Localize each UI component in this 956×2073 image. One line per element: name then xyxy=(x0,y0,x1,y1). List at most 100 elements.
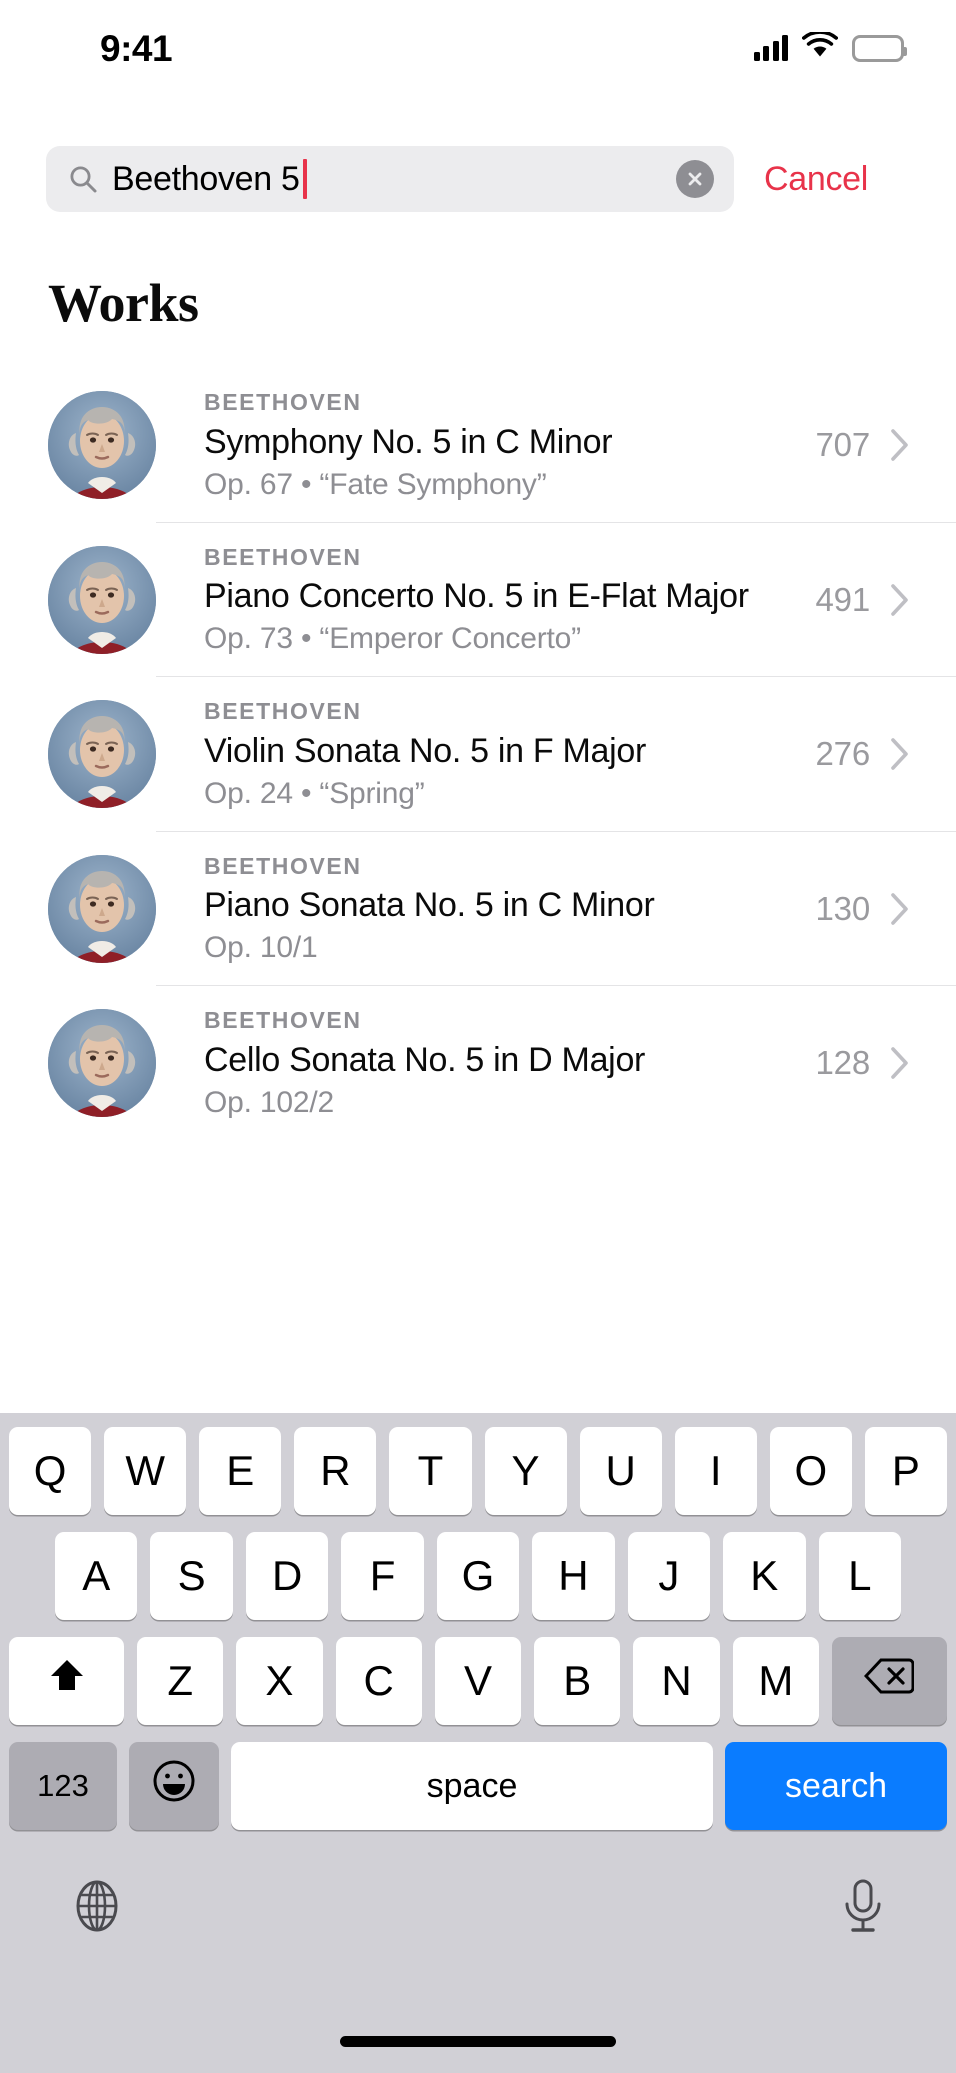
result-count: 128 xyxy=(815,1044,871,1082)
key-v[interactable]: V xyxy=(434,1637,522,1725)
result-title: Piano Sonata No. 5 in C Minor xyxy=(204,886,655,925)
result-row[interactable]: BEETHOVEN Symphony No. 5 in C Minor Op. … xyxy=(0,368,956,523)
key-d[interactable]: D xyxy=(245,1532,329,1620)
key-s[interactable]: S xyxy=(150,1532,233,1620)
keyboard-row-4: 123 space search xyxy=(0,1742,956,1830)
chevron-right-icon xyxy=(890,1046,910,1080)
key-r[interactable]: R xyxy=(294,1427,377,1515)
search-bar-row: Beethoven 5 Cancel xyxy=(0,143,956,215)
result-composer: BEETHOVEN xyxy=(204,1007,362,1034)
cancel-button[interactable]: Cancel xyxy=(764,160,868,199)
key-i[interactable]: I xyxy=(674,1427,757,1515)
result-text: BEETHOVEN Piano Sonata No. 5 in C Minor … xyxy=(204,832,794,987)
wifi-icon xyxy=(802,30,838,64)
works-results-list: BEETHOVEN Symphony No. 5 in C Minor Op. … xyxy=(0,368,956,1141)
section-title: Works xyxy=(48,273,199,333)
result-title: Cello Sonata No. 5 in D Major xyxy=(204,1040,646,1079)
emoji-key[interactable] xyxy=(129,1742,219,1830)
key-w[interactable]: W xyxy=(104,1427,187,1515)
result-subtitle: Op. 73 • “Emperor Concerto” xyxy=(204,622,581,656)
key-n[interactable]: N xyxy=(633,1637,720,1725)
key-q[interactable]: Q xyxy=(9,1427,92,1515)
result-subtitle: Op. 24 • “Spring” xyxy=(204,776,425,810)
key-f[interactable]: F xyxy=(341,1532,424,1620)
microphone-dictation-icon[interactable] xyxy=(838,1877,888,1935)
status-bar: 9:41 xyxy=(0,0,956,100)
chevron-right-icon xyxy=(890,737,910,771)
result-trailing: 276 xyxy=(816,735,910,773)
key-u[interactable]: U xyxy=(579,1427,662,1515)
result-row[interactable]: BEETHOVEN Violin Sonata No. 5 in F Major… xyxy=(0,677,956,832)
result-row[interactable]: BEETHOVEN Piano Sonata No. 5 in C Minor … xyxy=(0,832,956,987)
beethoven-portrait-avatar xyxy=(48,700,156,809)
key-g[interactable]: G xyxy=(436,1532,520,1620)
backspace-key[interactable] xyxy=(831,1637,947,1725)
result-row[interactable]: BEETHOVEN Piano Concerto No. 5 in E-Flat… xyxy=(0,523,956,678)
keyboard-row-1: Q W E R T Y U I O P xyxy=(0,1427,956,1515)
result-text: BEETHOVEN Cello Sonata No. 5 in D Major … xyxy=(204,986,794,1141)
beethoven-portrait-avatar xyxy=(48,1009,156,1118)
key-k[interactable]: K xyxy=(723,1532,806,1620)
result-text: BEETHOVEN Piano Concerto No. 5 in E-Flat… xyxy=(204,523,794,678)
result-title: Violin Sonata No. 5 in F Major xyxy=(204,731,647,770)
key-a[interactable]: A xyxy=(55,1532,138,1620)
result-title: Symphony No. 5 in C Minor xyxy=(204,422,613,461)
result-subtitle: Op. 67 • “Fate Symphony” xyxy=(204,467,547,501)
search-input[interactable]: Beethoven 5 xyxy=(46,146,734,212)
numbers-key[interactable]: 123 xyxy=(9,1742,117,1830)
key-l[interactable]: L xyxy=(818,1532,901,1620)
status-time: 9:41 xyxy=(100,28,173,69)
search-return-key[interactable]: search xyxy=(725,1742,947,1830)
text-cursor xyxy=(302,159,307,199)
chevron-right-icon xyxy=(890,583,910,617)
result-text: BEETHOVEN Violin Sonata No. 5 in F Major… xyxy=(204,677,794,832)
clear-search-button[interactable] xyxy=(676,160,714,198)
result-subtitle: Op. 10/1 xyxy=(204,931,318,965)
result-count: 130 xyxy=(815,889,871,927)
key-b[interactable]: B xyxy=(534,1637,621,1725)
battery-full-icon xyxy=(852,34,907,62)
result-row[interactable]: BEETHOVEN Cello Sonata No. 5 in D Major … xyxy=(0,986,956,1141)
space-key[interactable]: space xyxy=(231,1742,713,1830)
keyboard-bottom-bar xyxy=(0,1840,956,1960)
result-count: 491 xyxy=(815,580,871,618)
chevron-right-icon xyxy=(890,892,910,926)
signal-bars-icon xyxy=(753,35,788,61)
result-count: 707 xyxy=(815,426,871,464)
emoji-smiley-icon xyxy=(151,1758,197,1814)
result-count: 276 xyxy=(815,735,871,773)
result-text: BEETHOVEN Symphony No. 5 in C Minor Op. … xyxy=(204,368,794,523)
result-trailing: 491 xyxy=(816,581,910,619)
key-e[interactable]: E xyxy=(199,1427,282,1515)
result-composer: BEETHOVEN xyxy=(204,852,362,879)
result-title: Piano Concerto No. 5 in E-Flat Major xyxy=(204,577,749,616)
key-j[interactable]: J xyxy=(627,1532,711,1620)
backspace-delete-icon xyxy=(864,1656,915,1706)
key-t[interactable]: T xyxy=(389,1427,472,1515)
search-value: Beethoven 5 xyxy=(112,159,300,198)
key-y[interactable]: Y xyxy=(484,1427,567,1515)
key-h[interactable]: H xyxy=(532,1532,615,1620)
result-trailing: 707 xyxy=(816,426,910,464)
result-composer: BEETHOVEN xyxy=(204,389,362,415)
key-o[interactable]: O xyxy=(769,1427,852,1515)
iphone-screen: 9:41 Beethoven 5 Cancel Works BEETHOVEN … xyxy=(0,0,956,2073)
key-p[interactable]: P xyxy=(864,1427,947,1515)
beethoven-portrait-avatar xyxy=(48,854,156,963)
result-subtitle: Op. 102/2 xyxy=(204,1085,334,1119)
globe-language-icon[interactable] xyxy=(68,1877,126,1935)
key-c[interactable]: C xyxy=(335,1637,422,1725)
search-value-wrap: Beethoven 5 xyxy=(112,159,676,199)
result-trailing: 128 xyxy=(816,1044,910,1082)
keyboard-row-2: A S D F G H J K L xyxy=(0,1532,956,1620)
on-screen-keyboard: Q W E R T Y U I O P A S D F G H J K L Z … xyxy=(0,1413,956,2073)
key-m[interactable]: M xyxy=(732,1637,819,1725)
key-x[interactable]: X xyxy=(236,1637,323,1725)
result-composer: BEETHOVEN xyxy=(204,698,362,725)
beethoven-portrait-avatar xyxy=(48,391,156,500)
search-icon xyxy=(68,164,98,194)
key-z[interactable]: Z xyxy=(137,1637,224,1725)
chevron-right-icon xyxy=(890,428,910,462)
shift-key[interactable] xyxy=(9,1637,125,1725)
result-composer: BEETHOVEN xyxy=(204,543,362,570)
